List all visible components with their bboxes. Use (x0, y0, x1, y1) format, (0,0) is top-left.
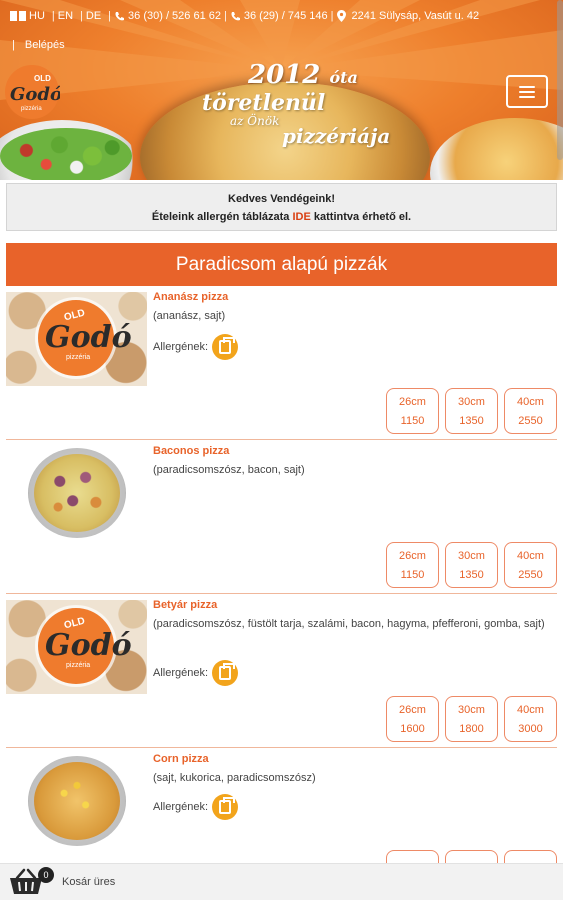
product-item: OLD Godó pizzéria Ananász pizza (ananász… (6, 286, 557, 440)
login-link[interactable]: Belépés (25, 39, 65, 51)
size-30cm-button[interactable]: 30cm 1800 (445, 696, 498, 742)
slogan-year: 2012 (248, 60, 321, 90)
size-40cm-button[interactable]: 40cm 2550 (504, 388, 557, 434)
size-30cm-button[interactable]: 30cm 1350 (445, 388, 498, 434)
product-name[interactable]: Corn pizza (153, 753, 209, 765)
phone-number-2[interactable]: 36 (29) / 745 146 (244, 10, 328, 22)
top-contact-bar: HU | EN | DE | 36 (30) / 526 61 62 | 36 … (10, 8, 553, 24)
product-image[interactable] (6, 754, 147, 848)
product-image[interactable]: OLD Godó pizzéria (6, 600, 147, 694)
allergen-label: Allergének: (153, 801, 209, 813)
size-26cm-button[interactable]: 26cm 1150 (386, 388, 439, 434)
logo-placeholder-image: OLD Godó pizzéria (38, 608, 132, 684)
cart-bar[interactable]: 0 Kosár üres (0, 863, 563, 900)
slogan-line3: az Önök (230, 114, 280, 128)
size-options: 26cm 1150 30cm 1350 40cm 2550 (386, 388, 557, 434)
login-bar: | Belépés (12, 39, 65, 51)
bacon-pizza-photo (34, 454, 120, 532)
allergen-row: Allergének: (153, 334, 239, 360)
lang-hu-link[interactable]: HU (29, 10, 45, 22)
size-26cm-button[interactable]: 26cm 1150 (386, 542, 439, 588)
godo-logo[interactable]: OLD Godó pizzéria (4, 64, 60, 120)
size-options: 26cm 1150 30cm 1350 40cm 2550 (386, 542, 557, 588)
logo-sub-text: pizzéria (21, 106, 42, 112)
salad-greens (0, 128, 132, 180)
allergen-info-icon[interactable] (212, 334, 239, 360)
phone-icon (114, 11, 125, 22)
flag-icon (10, 11, 26, 21)
slogan-year-suffix: óta (329, 68, 358, 87)
phone-icon (230, 11, 241, 22)
slogan-line4: pizzériája (282, 124, 391, 148)
size-options: 26cm 1600 30cm 1800 40cm 3000 (386, 696, 557, 742)
allergen-info-icon[interactable] (212, 794, 239, 820)
phone-number-1[interactable]: 36 (30) / 526 61 62 (128, 10, 221, 22)
scrollbar[interactable] (557, 0, 563, 160)
product-name[interactable]: Betyár pizza (153, 599, 217, 611)
product-item: Baconos pizza (paradicsomszósz, bacon, s… (6, 440, 557, 594)
product-name[interactable]: Ananász pizza (153, 291, 228, 303)
corn-pizza-photo (34, 762, 120, 840)
product-description: (ananász, sajt) (153, 310, 226, 322)
allergen-table-link[interactable]: IDE (293, 211, 311, 223)
map-pin-icon (336, 10, 346, 22)
cart-count-badge: 0 (38, 867, 54, 883)
category-header: Paradicsom alapú pizzák (6, 243, 557, 286)
lang-en-link[interactable]: EN (58, 10, 73, 22)
product-description: (paradicsomszósz, füstölt tarja, szalámi… (153, 618, 545, 630)
allergen-notice: Kedves Vendégeink! Ételeink allergén táb… (6, 183, 557, 231)
size-30cm-button[interactable]: 30cm 1350 (445, 542, 498, 588)
logo-main-text: Godó (10, 84, 60, 105)
allergen-row: Allergének: (153, 794, 239, 820)
size-40cm-button[interactable]: 40cm 3000 (504, 696, 557, 742)
notice-text: Ételeink allergén táblázata IDE kattintv… (151, 211, 412, 223)
allergen-row: Allergének: (153, 660, 239, 686)
site-header: HU | EN | DE | 36 (30) / 526 61 62 | 36 … (0, 0, 563, 180)
size-40cm-button[interactable]: 40cm 2550 (504, 542, 557, 588)
lang-de-link[interactable]: DE (86, 10, 101, 22)
product-image[interactable]: OLD Godó pizzéria (6, 292, 147, 386)
product-name[interactable]: Baconos pizza (153, 445, 229, 457)
hamburger-icon (519, 85, 535, 88)
product-image[interactable] (6, 446, 147, 540)
product-description: (sajt, kukorica, paradicsomszósz) (153, 772, 316, 784)
product-description: (paradicsomszósz, bacon, sajt) (153, 464, 305, 476)
cart-status-text: Kosár üres (62, 876, 116, 888)
address-text: 2241 Sülysáp, Vasút u. 42 (351, 10, 480, 22)
slogan-line2: töretlenül (202, 90, 326, 116)
logo-placeholder-image: OLD Godó pizzéria (38, 300, 132, 376)
size-26cm-button[interactable]: 26cm 1600 (386, 696, 439, 742)
notice-greeting: Kedves Vendégeink! (228, 193, 335, 205)
allergen-label: Allergének: (153, 341, 209, 353)
hamburger-menu-button[interactable] (506, 75, 548, 108)
allergen-label: Allergének: (153, 667, 209, 679)
allergen-info-icon[interactable] (212, 660, 239, 686)
product-item: OLD Godó pizzéria Betyár pizza (paradics… (6, 594, 557, 748)
logo-old-text: OLD (34, 74, 51, 83)
